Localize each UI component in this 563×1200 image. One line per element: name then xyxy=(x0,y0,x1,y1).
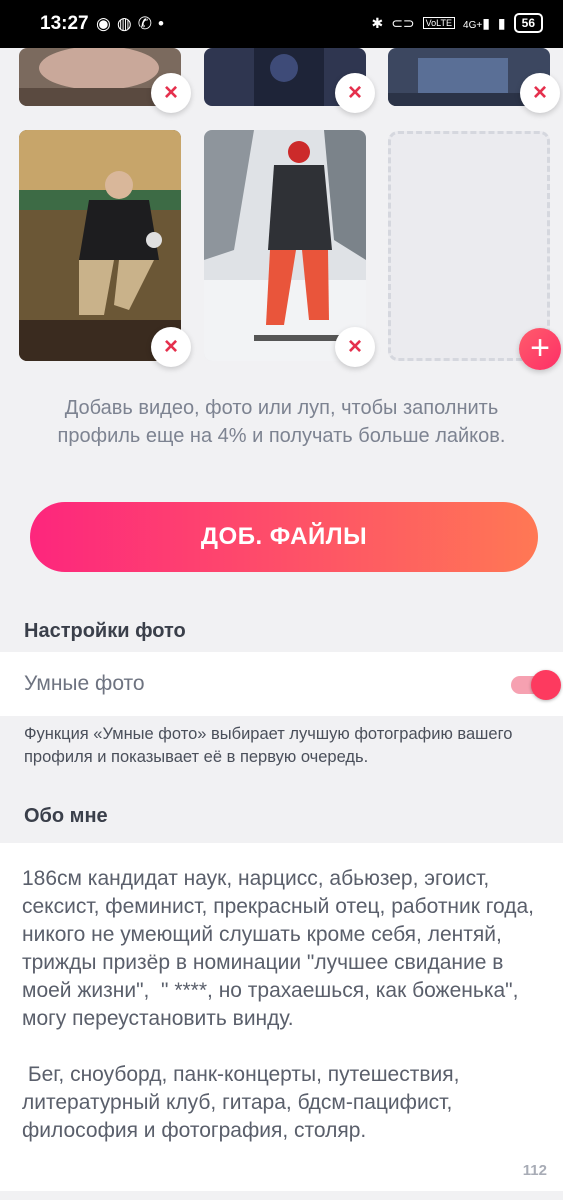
status-left-icons: ◉◍✆• xyxy=(96,14,170,34)
network-label: 4G+ xyxy=(463,19,483,31)
toggle-icon: ⊂⊃ xyxy=(391,14,415,31)
bluetooth-icon: ✱ xyxy=(371,14,384,31)
whatsapp-icon: ✆ xyxy=(137,14,158,33)
photo-5[interactable] xyxy=(204,130,366,361)
close-icon: × xyxy=(347,333,362,360)
status-right-icons: ✱ ⊂⊃ VoLTE 4G+▮ ▮ 56 xyxy=(371,13,543,33)
smart-photos-description: Функция «Умные фото» выбирает лучшую фот… xyxy=(24,725,513,766)
status-bar: 13:27 ◉◍✆• ✱ ⊂⊃ VoLTE 4G+▮ ▮ 56 xyxy=(0,0,563,48)
incognito-icon: ◍ xyxy=(116,14,138,33)
battery-icon: 56 xyxy=(513,13,543,33)
close-icon: × xyxy=(532,79,547,106)
smart-photos-toggle[interactable] xyxy=(511,670,561,700)
media-hint: Добавь видео, фото или луп, чтобы заполн… xyxy=(57,397,506,447)
add-files-button[interactable]: ДОБ. ФАЙЛЫ xyxy=(30,502,538,572)
toggle-knob xyxy=(531,670,561,700)
char-counter: 112 xyxy=(522,1162,547,1179)
signal-icon: ▮ xyxy=(497,14,506,31)
about-title: Обо мне xyxy=(24,805,108,827)
about-text[interactable]: 186см кандидат наук, нарцисс, абьюзер, э… xyxy=(22,865,542,1145)
ring-icon: ◉ xyxy=(96,14,117,33)
dot-icon: • xyxy=(157,14,170,33)
close-icon: × xyxy=(163,79,178,106)
smart-photos-label: Умные фото xyxy=(24,672,145,695)
remove-photo-1-button[interactable]: × xyxy=(151,73,191,113)
close-icon: × xyxy=(347,79,362,106)
photo-4[interactable] xyxy=(19,130,181,361)
remove-photo-5-button[interactable]: × xyxy=(335,327,375,367)
status-time: 13:27 xyxy=(40,13,89,34)
signal-4g-icon: 4G+▮ xyxy=(463,14,490,31)
volte-icon: VoLTE xyxy=(422,17,456,29)
photo-settings-title: Настройки фото xyxy=(24,620,186,642)
empty-photo-slot[interactable] xyxy=(388,131,550,361)
close-icon: × xyxy=(163,333,178,360)
remove-photo-2-button[interactable]: × xyxy=(335,73,375,113)
smart-photos-row[interactable]: Умные фото xyxy=(0,652,563,716)
add-photo-button[interactable]: + xyxy=(519,328,561,370)
edit-profile-sheet: × × × × × + Добавь видео, фото или луп, … xyxy=(0,48,563,1200)
remove-photo-3-button[interactable]: × xyxy=(520,73,560,113)
about-textarea[interactable]: 186см кандидат наук, нарцисс, абьюзер, э… xyxy=(0,843,563,1191)
remove-photo-4-button[interactable]: × xyxy=(151,327,191,367)
plus-icon: + xyxy=(530,329,550,367)
